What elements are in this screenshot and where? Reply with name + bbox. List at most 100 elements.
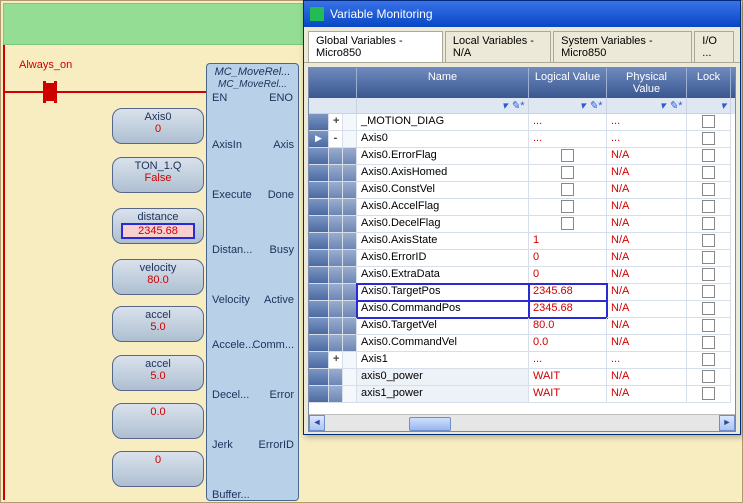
cell-logical-value[interactable]: 0 [529, 267, 607, 284]
tab[interactable]: Global Variables - Micro850 [308, 31, 443, 62]
row-gutter[interactable] [309, 165, 329, 182]
cell-logical-value[interactable]: 0.0 [529, 335, 607, 352]
cell-physical-value[interactable]: N/A [607, 301, 687, 318]
grid-row[interactable]: Axis0.AccelFlagN/A [309, 199, 735, 216]
cell-physical-value[interactable]: ... [607, 352, 687, 369]
cell-physical-value[interactable]: N/A [607, 284, 687, 301]
lock-checkbox[interactable] [702, 336, 715, 349]
cell-logical-value[interactable]: 1 [529, 233, 607, 250]
cell-lock[interactable] [687, 182, 731, 199]
variable-monitoring-window[interactable]: Variable Monitoring Global Variables - M… [303, 0, 741, 435]
grid-row[interactable]: Axis0.DecelFlag N/A [309, 216, 735, 233]
lock-checkbox[interactable] [702, 370, 715, 383]
cell-logical-value[interactable]: WAIT [529, 386, 607, 403]
row-gutter[interactable] [309, 335, 329, 352]
cell-logical-value[interactable] [529, 199, 607, 216]
expand-toggle[interactable]: + [329, 352, 343, 369]
cell-physical-value[interactable]: N/A [607, 318, 687, 335]
row-gutter[interactable] [309, 284, 329, 301]
grid-row[interactable]: Axis0.ConstVel N/A [309, 182, 735, 199]
cell-logical-value[interactable]: 80.0 [529, 318, 607, 335]
grid-row[interactable]: Axis0.CommandVel0.0N/A [309, 335, 735, 352]
lock-checkbox[interactable] [702, 183, 715, 196]
cell-logical-value[interactable]: ... [529, 131, 607, 148]
fb-input-box[interactable]: 0 [112, 451, 204, 487]
cell-lock[interactable] [687, 216, 731, 233]
cell-lock[interactable] [687, 233, 731, 250]
lock-checkbox[interactable] [702, 302, 715, 315]
tab[interactable]: I/O ... [694, 31, 734, 62]
scroll-thumb[interactable] [409, 417, 451, 431]
row-gutter[interactable] [309, 301, 329, 318]
grid-row[interactable]: +Axis1...... [309, 352, 735, 369]
cell-lock[interactable] [687, 114, 731, 131]
cell-name[interactable]: Axis0.AxisState [357, 233, 529, 250]
variable-grid[interactable]: Name Logical Value Physical Value Lock ▾… [308, 67, 736, 432]
cell-logical-value[interactable] [529, 148, 607, 165]
checkbox[interactable] [561, 217, 574, 230]
cell-lock[interactable] [687, 335, 731, 352]
cell-lock[interactable] [687, 369, 731, 386]
cell-lock[interactable] [687, 386, 731, 403]
cell-physical-value[interactable]: N/A [607, 182, 687, 199]
cell-lock[interactable] [687, 267, 731, 284]
lock-checkbox[interactable] [702, 115, 715, 128]
cell-physical-value[interactable]: N/A [607, 199, 687, 216]
cell-name[interactable]: Axis0.ExtraData [357, 267, 529, 284]
cell-physical-value[interactable]: N/A [607, 267, 687, 284]
expand-toggle[interactable]: + [329, 114, 343, 131]
grid-row[interactable]: axis0_powerWAITN/A [309, 369, 735, 386]
row-gutter[interactable] [309, 250, 329, 267]
lock-checkbox[interactable] [702, 217, 715, 230]
cell-name[interactable]: Axis1 [357, 352, 529, 369]
cell-logical-value[interactable] [529, 216, 607, 233]
cell-physical-value[interactable]: ... [607, 114, 687, 131]
grid-row[interactable]: Axis0.TargetPos2345.68N/A [309, 284, 735, 301]
row-gutter[interactable] [309, 352, 329, 369]
cell-lock[interactable] [687, 165, 731, 182]
cell-name[interactable]: Axis0.TargetVel [357, 318, 529, 335]
cell-name[interactable]: axis0_power [357, 369, 529, 386]
lock-checkbox[interactable] [702, 387, 715, 400]
lock-checkbox[interactable] [702, 149, 715, 162]
cell-lock[interactable] [687, 250, 731, 267]
cell-logical-value[interactable]: WAIT [529, 369, 607, 386]
cell-physical-value[interactable]: N/A [607, 369, 687, 386]
scroll-left-arrow-icon[interactable]: ◄ [309, 415, 325, 431]
cell-name[interactable]: Axis0.DecelFlag [357, 216, 529, 233]
row-gutter[interactable] [309, 199, 329, 216]
lock-checkbox[interactable] [702, 251, 715, 264]
col-pv[interactable]: Physical Value [607, 68, 687, 98]
fb-input-box[interactable]: Axis00 [112, 108, 204, 144]
grid-row[interactable]: +_MOTION_DIAG...... [309, 114, 735, 131]
grid-row[interactable]: axis1_powerWAITN/A [309, 386, 735, 403]
cell-logical-value[interactable]: ... [529, 114, 607, 131]
cell-physical-value[interactable]: N/A [607, 335, 687, 352]
grid-row[interactable]: Axis0.TargetVel80.0N/A [309, 318, 735, 335]
lock-checkbox[interactable] [702, 353, 715, 366]
row-gutter[interactable] [309, 233, 329, 250]
checkbox[interactable] [561, 183, 574, 196]
cell-name[interactable]: Axis0.CommandPos [357, 301, 529, 318]
fb-input-box[interactable]: accel5.0 [112, 306, 204, 342]
cell-name[interactable]: Axis0.ErrorID [357, 250, 529, 267]
cell-name[interactable]: Axis0.ConstVel [357, 182, 529, 199]
grid-row[interactable]: Axis0.ExtraData0N/A [309, 267, 735, 284]
grid-row[interactable]: Axis0.AxisHomedN/A [309, 165, 735, 182]
cell-name[interactable]: Axis0.TargetPos [357, 284, 529, 301]
fb-input-box[interactable]: velocity80.0 [112, 259, 204, 295]
filter-icon[interactable]: ▾ [720, 100, 726, 112]
cell-lock[interactable] [687, 352, 731, 369]
cell-physical-value[interactable]: N/A [607, 216, 687, 233]
checkbox[interactable] [561, 149, 574, 162]
function-block[interactable]: MC_MoveRel... MC_MoveRel... EN ENO AxisI… [206, 63, 299, 501]
grid-row[interactable]: -Axis0...... [309, 131, 735, 148]
fb-input-box[interactable]: accel5.0 [112, 355, 204, 391]
filter-icon[interactable]: ▾ ✎* [502, 100, 524, 112]
row-gutter[interactable] [309, 386, 329, 403]
row-gutter[interactable] [309, 369, 329, 386]
filter-icon[interactable]: ▾ ✎* [580, 100, 602, 112]
fb-input-box[interactable]: distance2345.68 [112, 208, 204, 244]
cell-logical-value[interactable] [529, 165, 607, 182]
cell-logical-value[interactable]: 0 [529, 250, 607, 267]
